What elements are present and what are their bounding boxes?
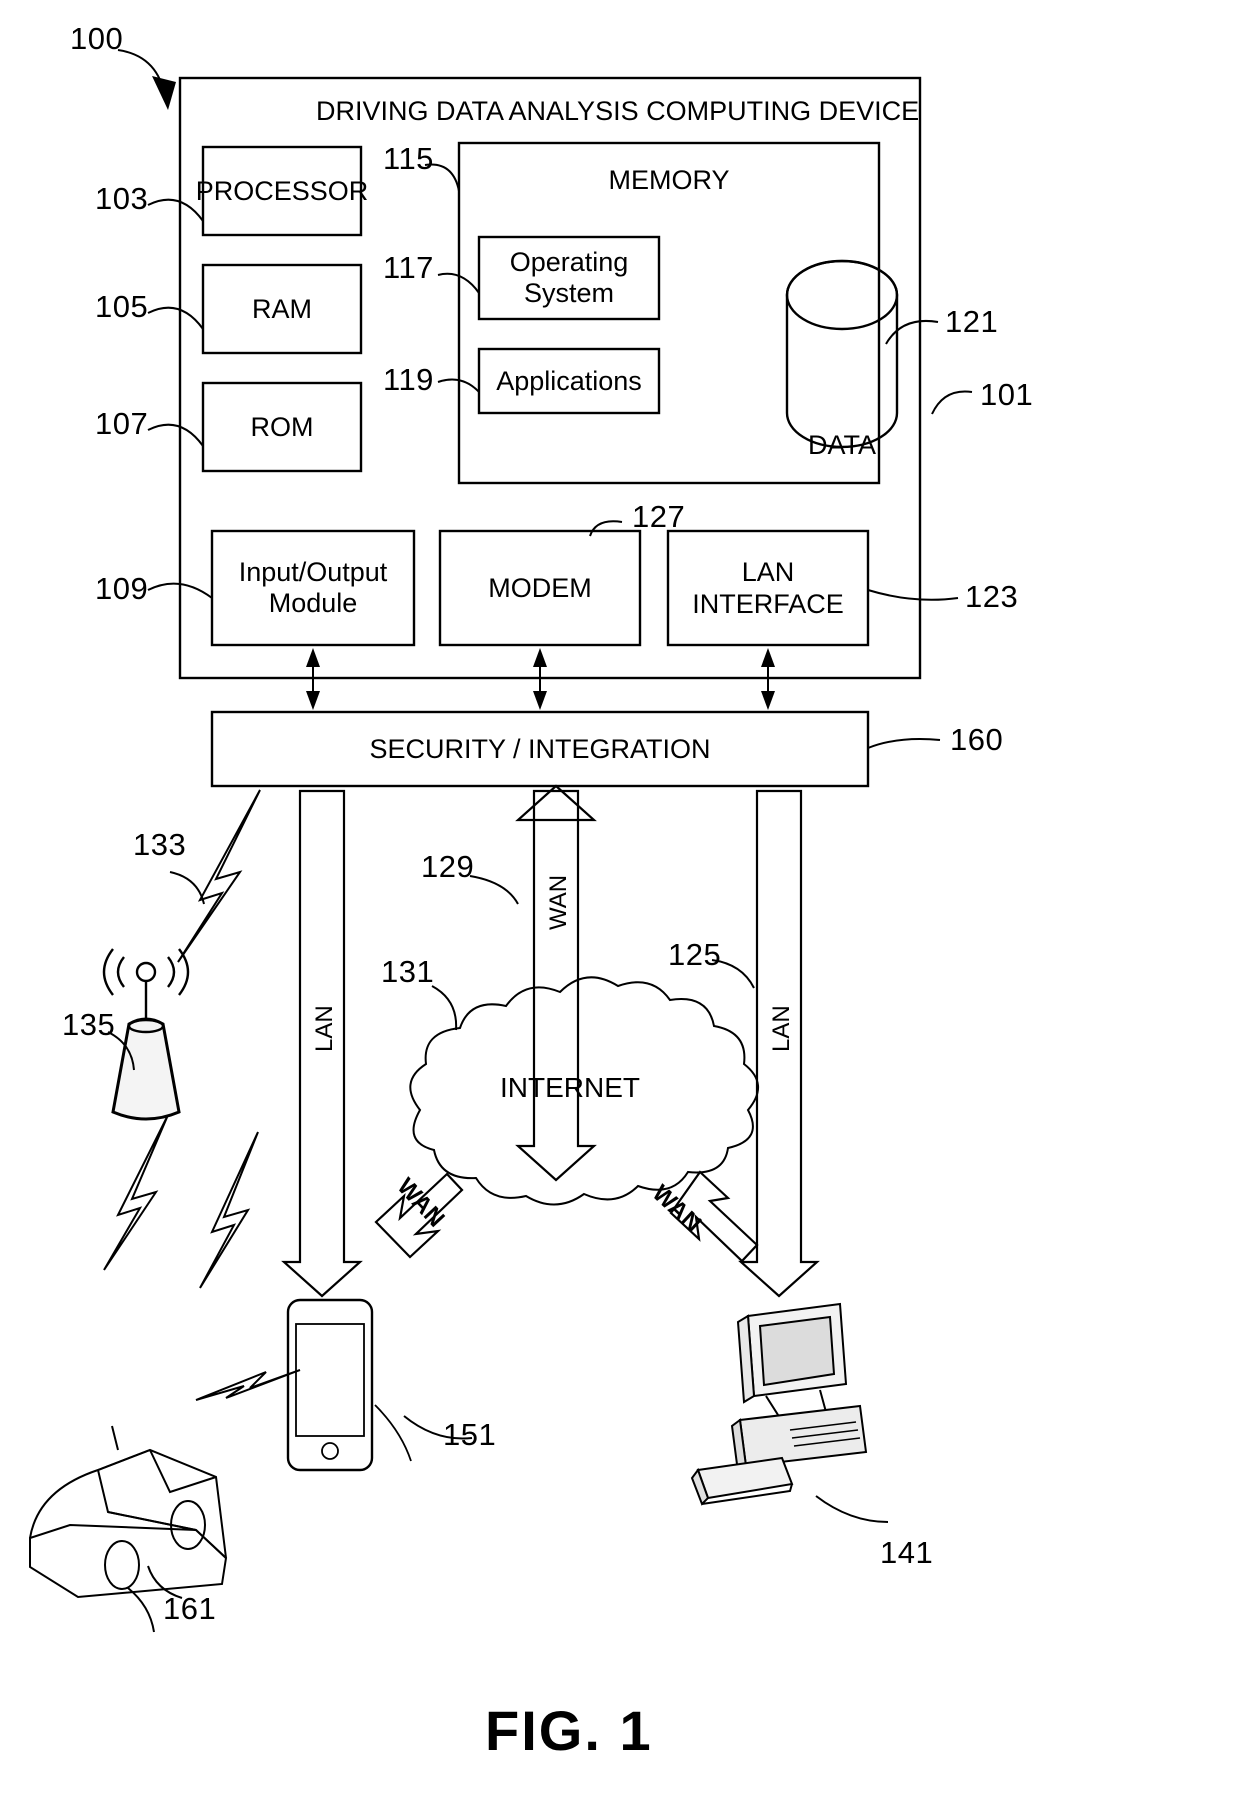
ref-103: 103 [95,181,149,216]
lan-arrow-up [761,648,775,667]
ref-127: 127 [632,499,686,534]
lan-left-label: LAN [311,1005,338,1052]
ref-125: 125 [668,937,722,972]
ref-135: 135 [62,1007,116,1042]
phone-illustration [286,1298,412,1472]
lightning-vehicle-to-phone [195,1369,301,1401]
rom-label: ROM [250,411,314,442]
modem-label: MODEM [488,572,592,603]
data-label: DATA [807,429,876,460]
lan-interface-label: LAN INTERFACE [692,556,844,619]
ref-121: 121 [945,304,999,339]
ref-133: 133 [133,827,187,862]
ram-label: RAM [252,293,312,324]
data-cylinder-top [785,259,899,331]
ref-107: 107 [95,406,149,441]
modem-arrow-up [533,648,547,667]
operating-system-label: Operating System [509,247,629,308]
ref-105: 105 [95,289,149,324]
device-title: DRIVING DATA ANALYSIS COMPUTING DEVICE [316,96,920,126]
ref-109: 109 [95,571,149,606]
internet-label: INTERNET [500,1072,640,1103]
ref-123: 123 [965,579,1019,614]
system-ref-arrowhead [152,76,176,110]
lightning-tower-to-phone [199,1131,259,1289]
system-ref-100: 100 [70,21,124,56]
modem-arrow-down [533,691,547,710]
memory-label: MEMORY [608,164,730,195]
ref-131: 131 [381,954,435,989]
tower-base [111,1017,181,1121]
ref-160: 160 [950,722,1004,757]
ref-129: 129 [421,849,475,884]
ref-141: 141 [880,1535,934,1570]
processor-label: PROCESSOR [195,175,369,206]
ref-115: 115 [383,141,434,176]
lan-arrow-down [761,691,775,710]
io-arrow-up [306,648,320,667]
ref-151: 151 [443,1417,497,1452]
lan-right-label: LAN [768,1005,795,1052]
io-module-label: Input/Output Module [238,557,388,618]
ref-119: 119 [383,362,434,397]
tower-emitter [135,961,157,983]
tower-wave-right-inner [167,956,176,988]
applications-label: Applications [496,365,642,396]
ref-101: 101 [980,377,1034,412]
io-arrow-down [306,691,320,710]
ref-161: 161 [163,1591,217,1626]
lightning-tower-to-vehicle [103,1114,169,1271]
data-cylinder-body [785,259,899,449]
tower-wave-right-outer [178,948,190,996]
lightning-tower-to-security [177,789,261,963]
tower-wave-left-outer [102,948,114,996]
ref-117: 117 [383,250,434,285]
workstation-illustration [690,1302,868,1506]
patent-figure-1: 100 DRIVING DATA ANALYSIS COMPUTING DEVI… [0,0,1240,1820]
tower-wave-left-inner [116,956,125,988]
wan-center-label: WAN [545,874,572,930]
wan-center-arrow-shaft [515,789,597,1182]
security-integration-label: SECURITY / INTEGRATION [369,733,711,764]
figure-caption: FIG. 1 [485,1699,653,1762]
